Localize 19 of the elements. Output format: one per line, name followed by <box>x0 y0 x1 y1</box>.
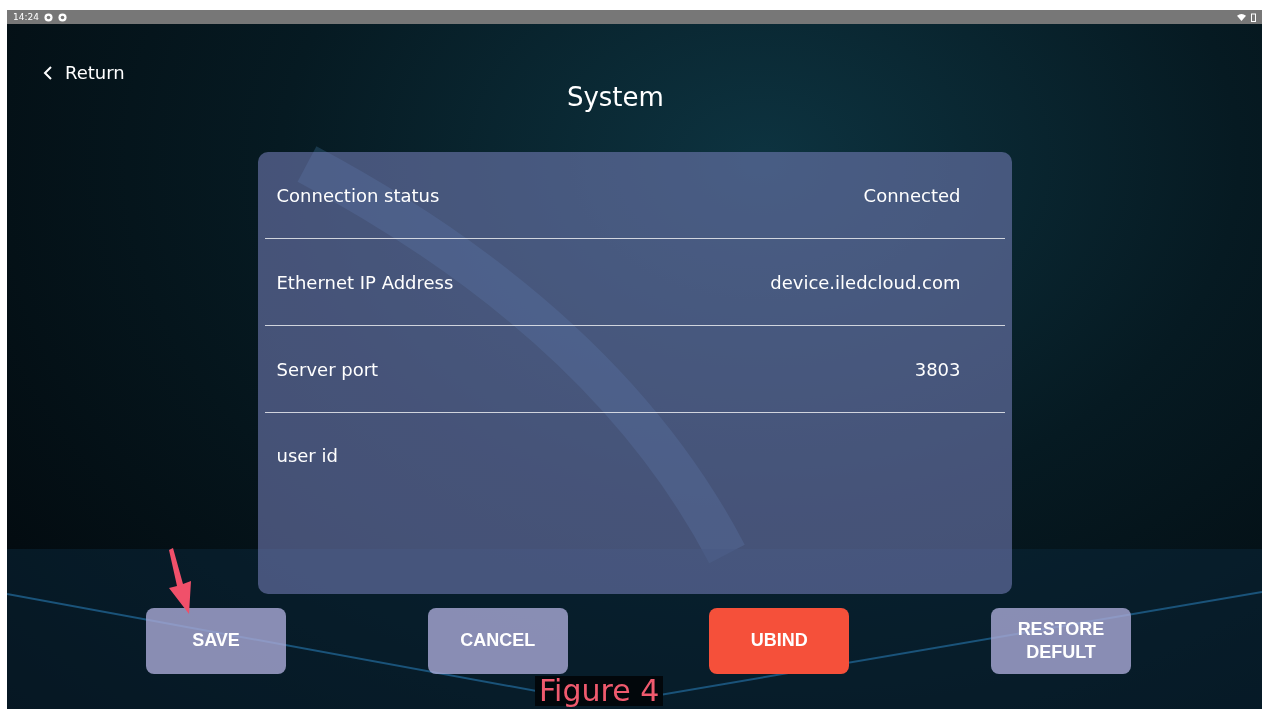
setting-value: device.iledcloud.com <box>770 271 961 293</box>
page-title: System <box>565 82 665 112</box>
action-button[interactable]: UBIND <box>709 608 850 674</box>
action-button[interactable]: CANCEL <box>427 608 568 674</box>
setting-label: user id <box>276 445 338 466</box>
wifi-icon <box>1237 12 1246 22</box>
return-label: Return <box>65 62 125 83</box>
action-button[interactable]: SAVE <box>146 608 286 674</box>
battery-icon <box>1251 12 1256 22</box>
return-button[interactable]: Return <box>43 62 125 83</box>
setting-label: Connection status <box>276 184 440 206</box>
setting-label: Server port <box>276 358 379 380</box>
figure-caption: Figure 4 <box>535 676 664 706</box>
action-button[interactable]: RESTORE DEFULT <box>990 608 1131 674</box>
back-icon <box>43 64 53 81</box>
setting-value: 3803 <box>914 358 961 380</box>
status-time: 14:24 <box>13 12 39 22</box>
setting-label: Ethernet IP Address <box>276 271 454 293</box>
setting-value: Connected <box>863 184 961 206</box>
